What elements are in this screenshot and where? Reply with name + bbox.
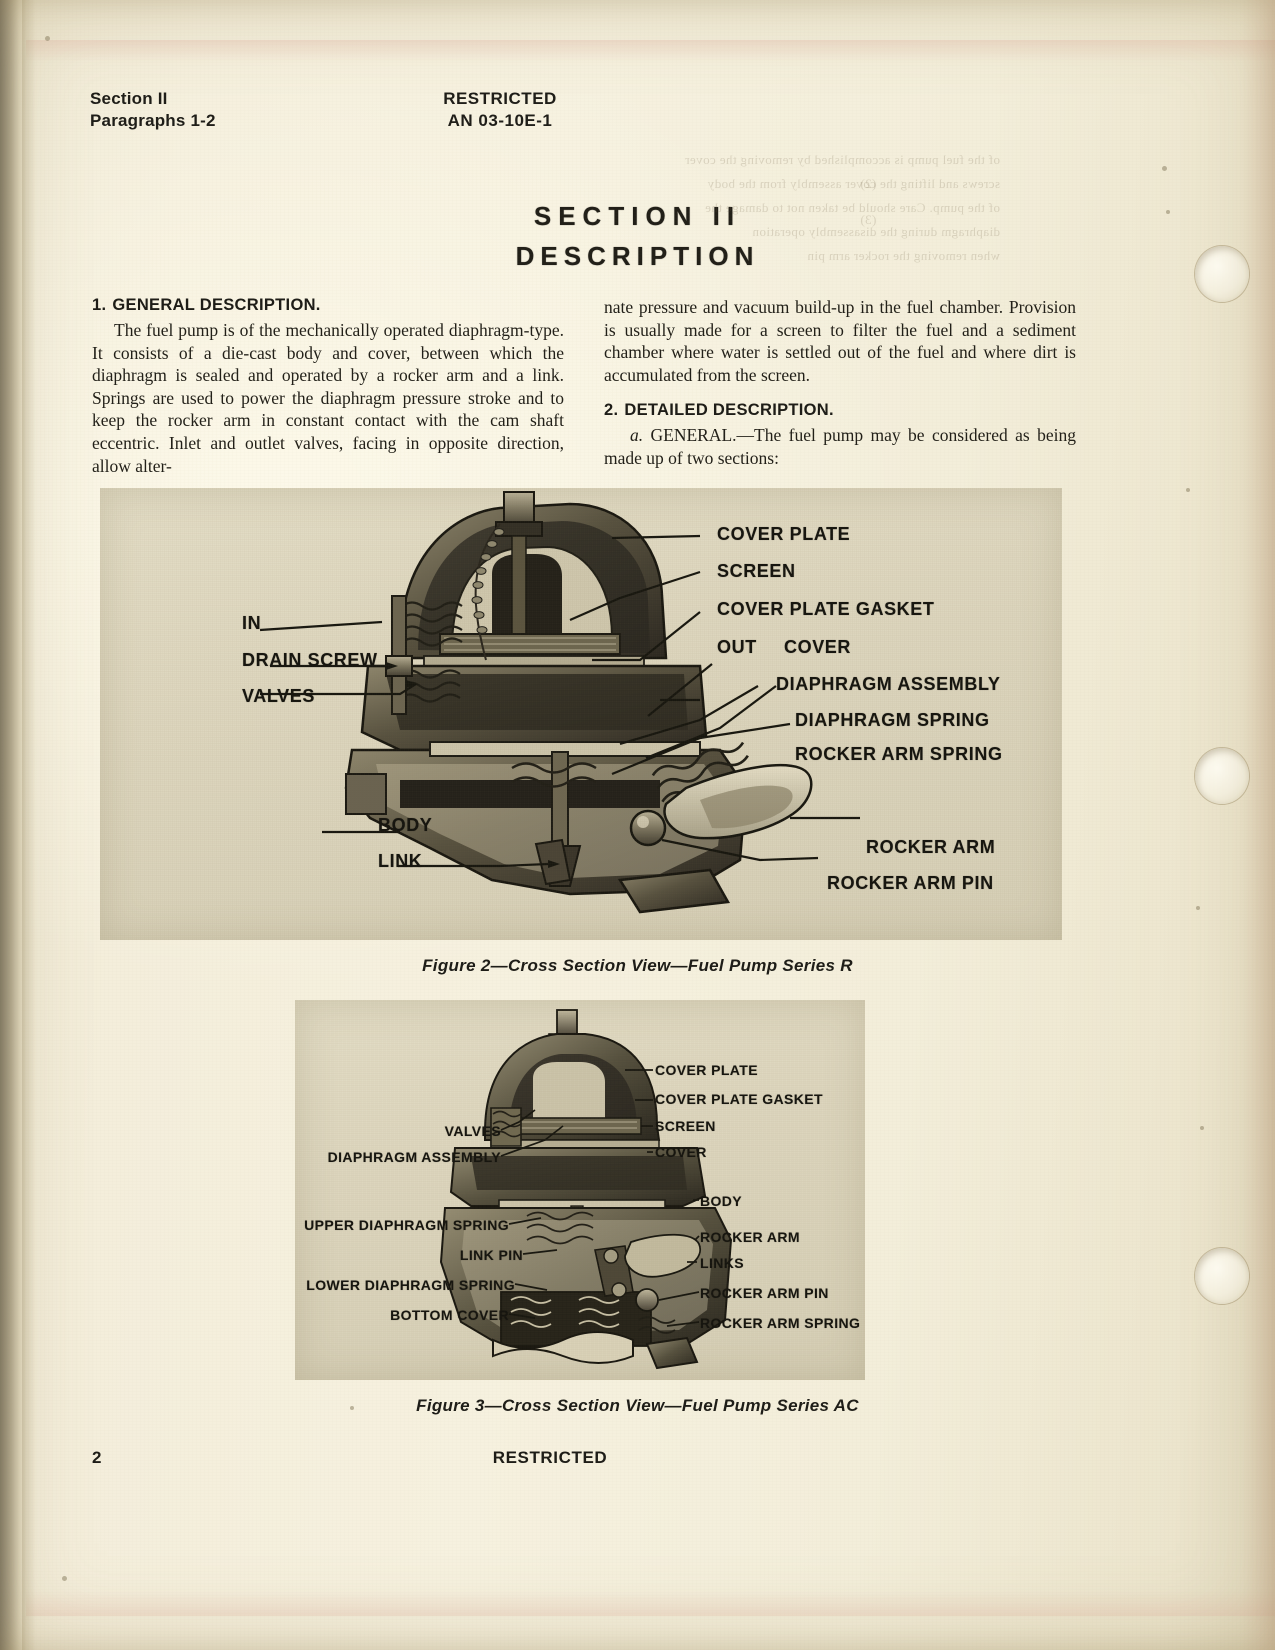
punch-hole-top xyxy=(1195,246,1249,302)
paragraph-general-subsection: a. GENERAL.—The fuel pump may be conside… xyxy=(604,424,1076,469)
heading-general-description: 1. GENERAL DESCRIPTION. xyxy=(92,296,564,315)
section-title-line-1: SECTION II xyxy=(533,201,742,231)
heading-detailed-description: 2. DETAILED DESCRIPTION. xyxy=(604,401,1076,420)
subheading-body: GENERAL.—The fuel pump may be considered… xyxy=(604,425,1077,468)
heading-1-text: GENERAL DESCRIPTION. xyxy=(112,296,321,314)
paragraph-general-description: The fuel pump is of the mechanically ope… xyxy=(92,320,564,476)
punch-hole-bottom xyxy=(1195,1248,1249,1304)
page-content: Section II Paragraphs 1-2 RESTRICTED AN … xyxy=(0,0,1275,1650)
section-title: SECTION II DESCRIPTION xyxy=(0,196,1275,276)
running-head: Section II Paragraphs 1-2 RESTRICTED AN … xyxy=(90,88,1090,134)
classification-marking: RESTRICTED xyxy=(443,89,557,108)
column-right: nate pressure and vacuum build-up in the… xyxy=(604,296,1076,470)
publication-number: AN 03-10E-1 xyxy=(447,111,553,130)
footer-classification: RESTRICTED xyxy=(492,1448,608,1467)
scanned-manual-page: COVER PLATE SCREEN COVER PLATE GASKET OU… xyxy=(0,0,1275,1650)
heading-2-number: 2. xyxy=(604,401,619,420)
punch-hole-middle xyxy=(1195,748,1249,804)
heading-1-number: 1. xyxy=(92,296,107,314)
section-title-line-2: DESCRIPTION xyxy=(515,241,760,271)
heading-2-text: DETAILED DESCRIPTION. xyxy=(624,401,834,420)
paragraph-general-description-continued: nate pressure and vacuum build-up in the… xyxy=(604,297,1076,385)
running-head-center: RESTRICTED AN 03-10E-1 xyxy=(90,88,910,132)
subheading-letter: a. xyxy=(630,425,644,446)
column-left: 1. GENERAL DESCRIPTION. The fuel pump is … xyxy=(92,296,564,477)
